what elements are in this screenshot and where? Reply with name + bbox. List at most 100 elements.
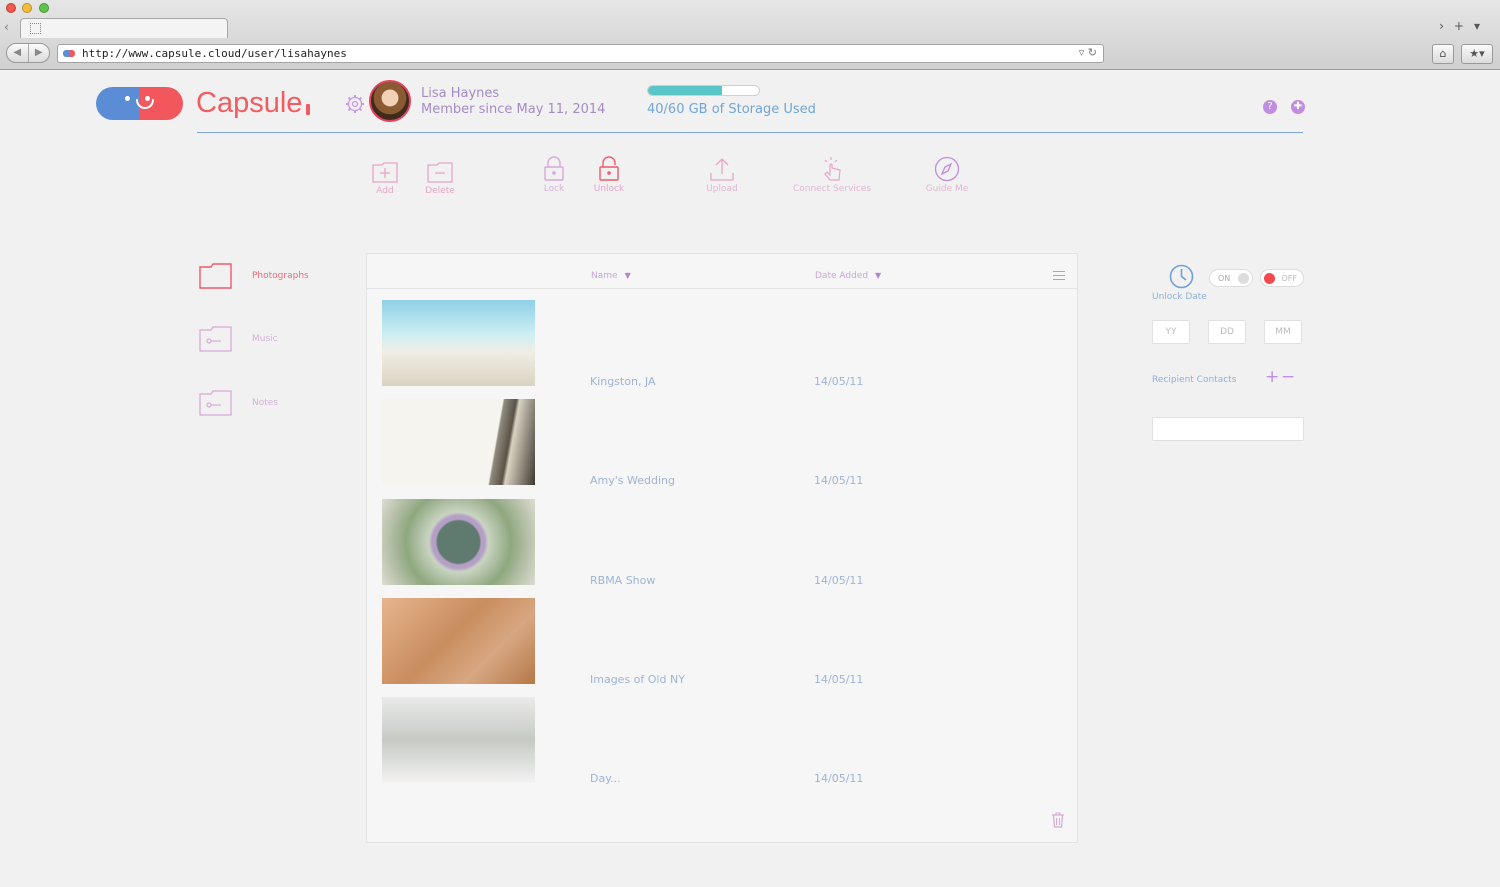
user-name: Lisa Haynes: [421, 86, 500, 101]
storage-bar: [647, 85, 760, 96]
window-close-button[interactable]: [6, 3, 16, 13]
row-date: 14/05/11: [814, 574, 864, 587]
brand-mark: [306, 104, 310, 115]
upload-icon: [710, 158, 734, 181]
settings-circle-icon[interactable]: ✚: [1291, 100, 1305, 114]
capsule-logo[interactable]: [96, 87, 183, 120]
folder-icon: [199, 263, 232, 289]
unlock-date-label: Unlock Date: [1152, 292, 1207, 302]
file-list-panel: Name ▼ Date Added ▼ Kingston, JA 14/05/11 …: [366, 253, 1078, 843]
delete-button[interactable]: Delete: [395, 160, 485, 196]
on-label: ON: [1218, 274, 1231, 283]
trash-icon[interactable]: [1051, 812, 1065, 828]
table-row[interactable]: Kingston, JA 14/05/11: [382, 300, 1062, 388]
clock-icon: [1169, 264, 1194, 289]
row-name: Images of Old NY: [590, 673, 685, 686]
toggle-knob: [1238, 273, 1249, 284]
site-favicon-icon: [63, 50, 75, 57]
folder-label: Notes: [252, 398, 278, 408]
history-nav: ◀ ▶: [6, 43, 50, 63]
back-button[interactable]: ◀: [7, 44, 28, 62]
lock-icon: [544, 156, 564, 181]
connect-services-button[interactable]: Connect Services: [787, 156, 877, 194]
help-icon[interactable]: ?: [1263, 100, 1277, 114]
thumbnail[interactable]: [382, 300, 535, 386]
unlock-button[interactable]: Unlock: [564, 156, 654, 194]
guide-me-label: Guide Me: [925, 184, 969, 194]
recipient-contacts-input[interactable]: [1152, 417, 1304, 441]
thumbnail[interactable]: [382, 499, 535, 585]
folder-photographs[interactable]: Photographs: [199, 263, 349, 293]
file-list-header: Name ▼ Date Added ▼: [367, 254, 1077, 289]
recipient-contacts-label: Recipient Contacts: [1152, 375, 1237, 385]
toggle-knob: [1264, 273, 1275, 284]
folder-label: Music: [252, 334, 278, 344]
locked-folder-icon: [199, 326, 232, 352]
delete-label: Delete: [425, 186, 455, 196]
row-date: 14/05/11: [814, 772, 864, 785]
table-row[interactable]: Amy's Wedding 14/05/11: [382, 399, 1062, 487]
row-date: 14/05/11: [814, 375, 864, 388]
forward-button[interactable]: ▶: [27, 44, 50, 62]
month-field[interactable]: MM: [1264, 320, 1302, 344]
connect-services-label: Connect Services: [792, 184, 872, 194]
day-field[interactable]: DD: [1208, 320, 1246, 344]
col-date-label: Date Added: [815, 271, 869, 281]
off-toggle[interactable]: OFF: [1260, 269, 1304, 287]
header-divider: [197, 132, 1303, 133]
thumbnail[interactable]: [382, 399, 535, 485]
window-minimize-button[interactable]: [22, 3, 32, 13]
bookmarks-button[interactable]: ★▾: [1461, 44, 1493, 64]
home-button[interactable]: ⌂: [1432, 44, 1454, 64]
avatar[interactable]: [369, 80, 411, 122]
guide-me-button[interactable]: Guide Me: [902, 156, 992, 194]
storage-text: 40/60 GB of Storage Used: [647, 102, 816, 117]
caret-down-icon: ▼: [875, 271, 882, 280]
tab-controls[interactable]: ›+▾: [1439, 19, 1490, 33]
url-text[interactable]: http://www.capsule.cloud/user/lisahaynes: [82, 47, 347, 60]
row-name: Kingston, JA: [590, 375, 656, 388]
folder-music[interactable]: Music: [199, 326, 349, 356]
locked-folder-icon: [199, 390, 232, 416]
year-field[interactable]: YY: [1152, 320, 1190, 344]
compass-icon: [934, 156, 960, 182]
gear-icon[interactable]: [345, 94, 365, 114]
thumbnail[interactable]: [382, 598, 535, 684]
table-row[interactable]: Images of Old NY 14/05/11: [382, 598, 1062, 686]
unlock-icon: [599, 156, 619, 181]
upload-label: Upload: [706, 184, 738, 194]
reload-icon[interactable]: ▿ ↻: [1079, 46, 1097, 59]
folder-remove-icon: [427, 162, 453, 183]
menu-icon[interactable]: [1053, 271, 1065, 283]
off-label: OFF: [1281, 274, 1298, 283]
row-name: RBMA Show: [590, 574, 656, 587]
unlock-label: Unlock: [593, 184, 625, 194]
folder-label: Photographs: [252, 271, 309, 281]
sort-by-name[interactable]: Name ▼: [591, 271, 631, 281]
thumbnail[interactable]: [382, 697, 535, 783]
row-name: Amy's Wedding: [590, 474, 675, 487]
tab-scroll-left-icon[interactable]: ‹: [4, 20, 9, 34]
row-date: 14/05/11: [814, 673, 864, 686]
row-name: Day...: [590, 772, 621, 785]
table-row[interactable]: Day... 14/05/11: [382, 697, 1062, 785]
browser-tab[interactable]: [20, 18, 228, 38]
logo-eye: [125, 96, 130, 101]
window-maximize-button[interactable]: [39, 3, 49, 13]
folder-notes[interactable]: Notes: [199, 390, 349, 420]
row-date: 14/05/11: [814, 474, 864, 487]
caret-down-icon: ▼: [624, 271, 631, 280]
storage-bar-fill: [648, 86, 723, 95]
address-bar[interactable]: http://www.capsule.cloud/user/lisahaynes…: [57, 44, 1104, 63]
logo-smile: [136, 99, 154, 109]
on-toggle[interactable]: ON: [1209, 269, 1253, 287]
tab-favicon-icon: [30, 23, 41, 34]
add-recipient-button[interactable]: +: [1265, 369, 1279, 386]
remove-recipient-button[interactable]: −: [1281, 369, 1295, 386]
brand-name: Capsule: [196, 87, 303, 119]
sort-by-date[interactable]: Date Added ▼: [815, 271, 881, 281]
table-row[interactable]: RBMA Show 14/05/11: [382, 499, 1062, 587]
col-name-label: Name: [591, 271, 618, 281]
browser-chrome: ‹ ›+▾ ◀ ▶ http://www.capsule.cloud/user/…: [0, 0, 1500, 70]
upload-button[interactable]: Upload: [677, 156, 767, 194]
